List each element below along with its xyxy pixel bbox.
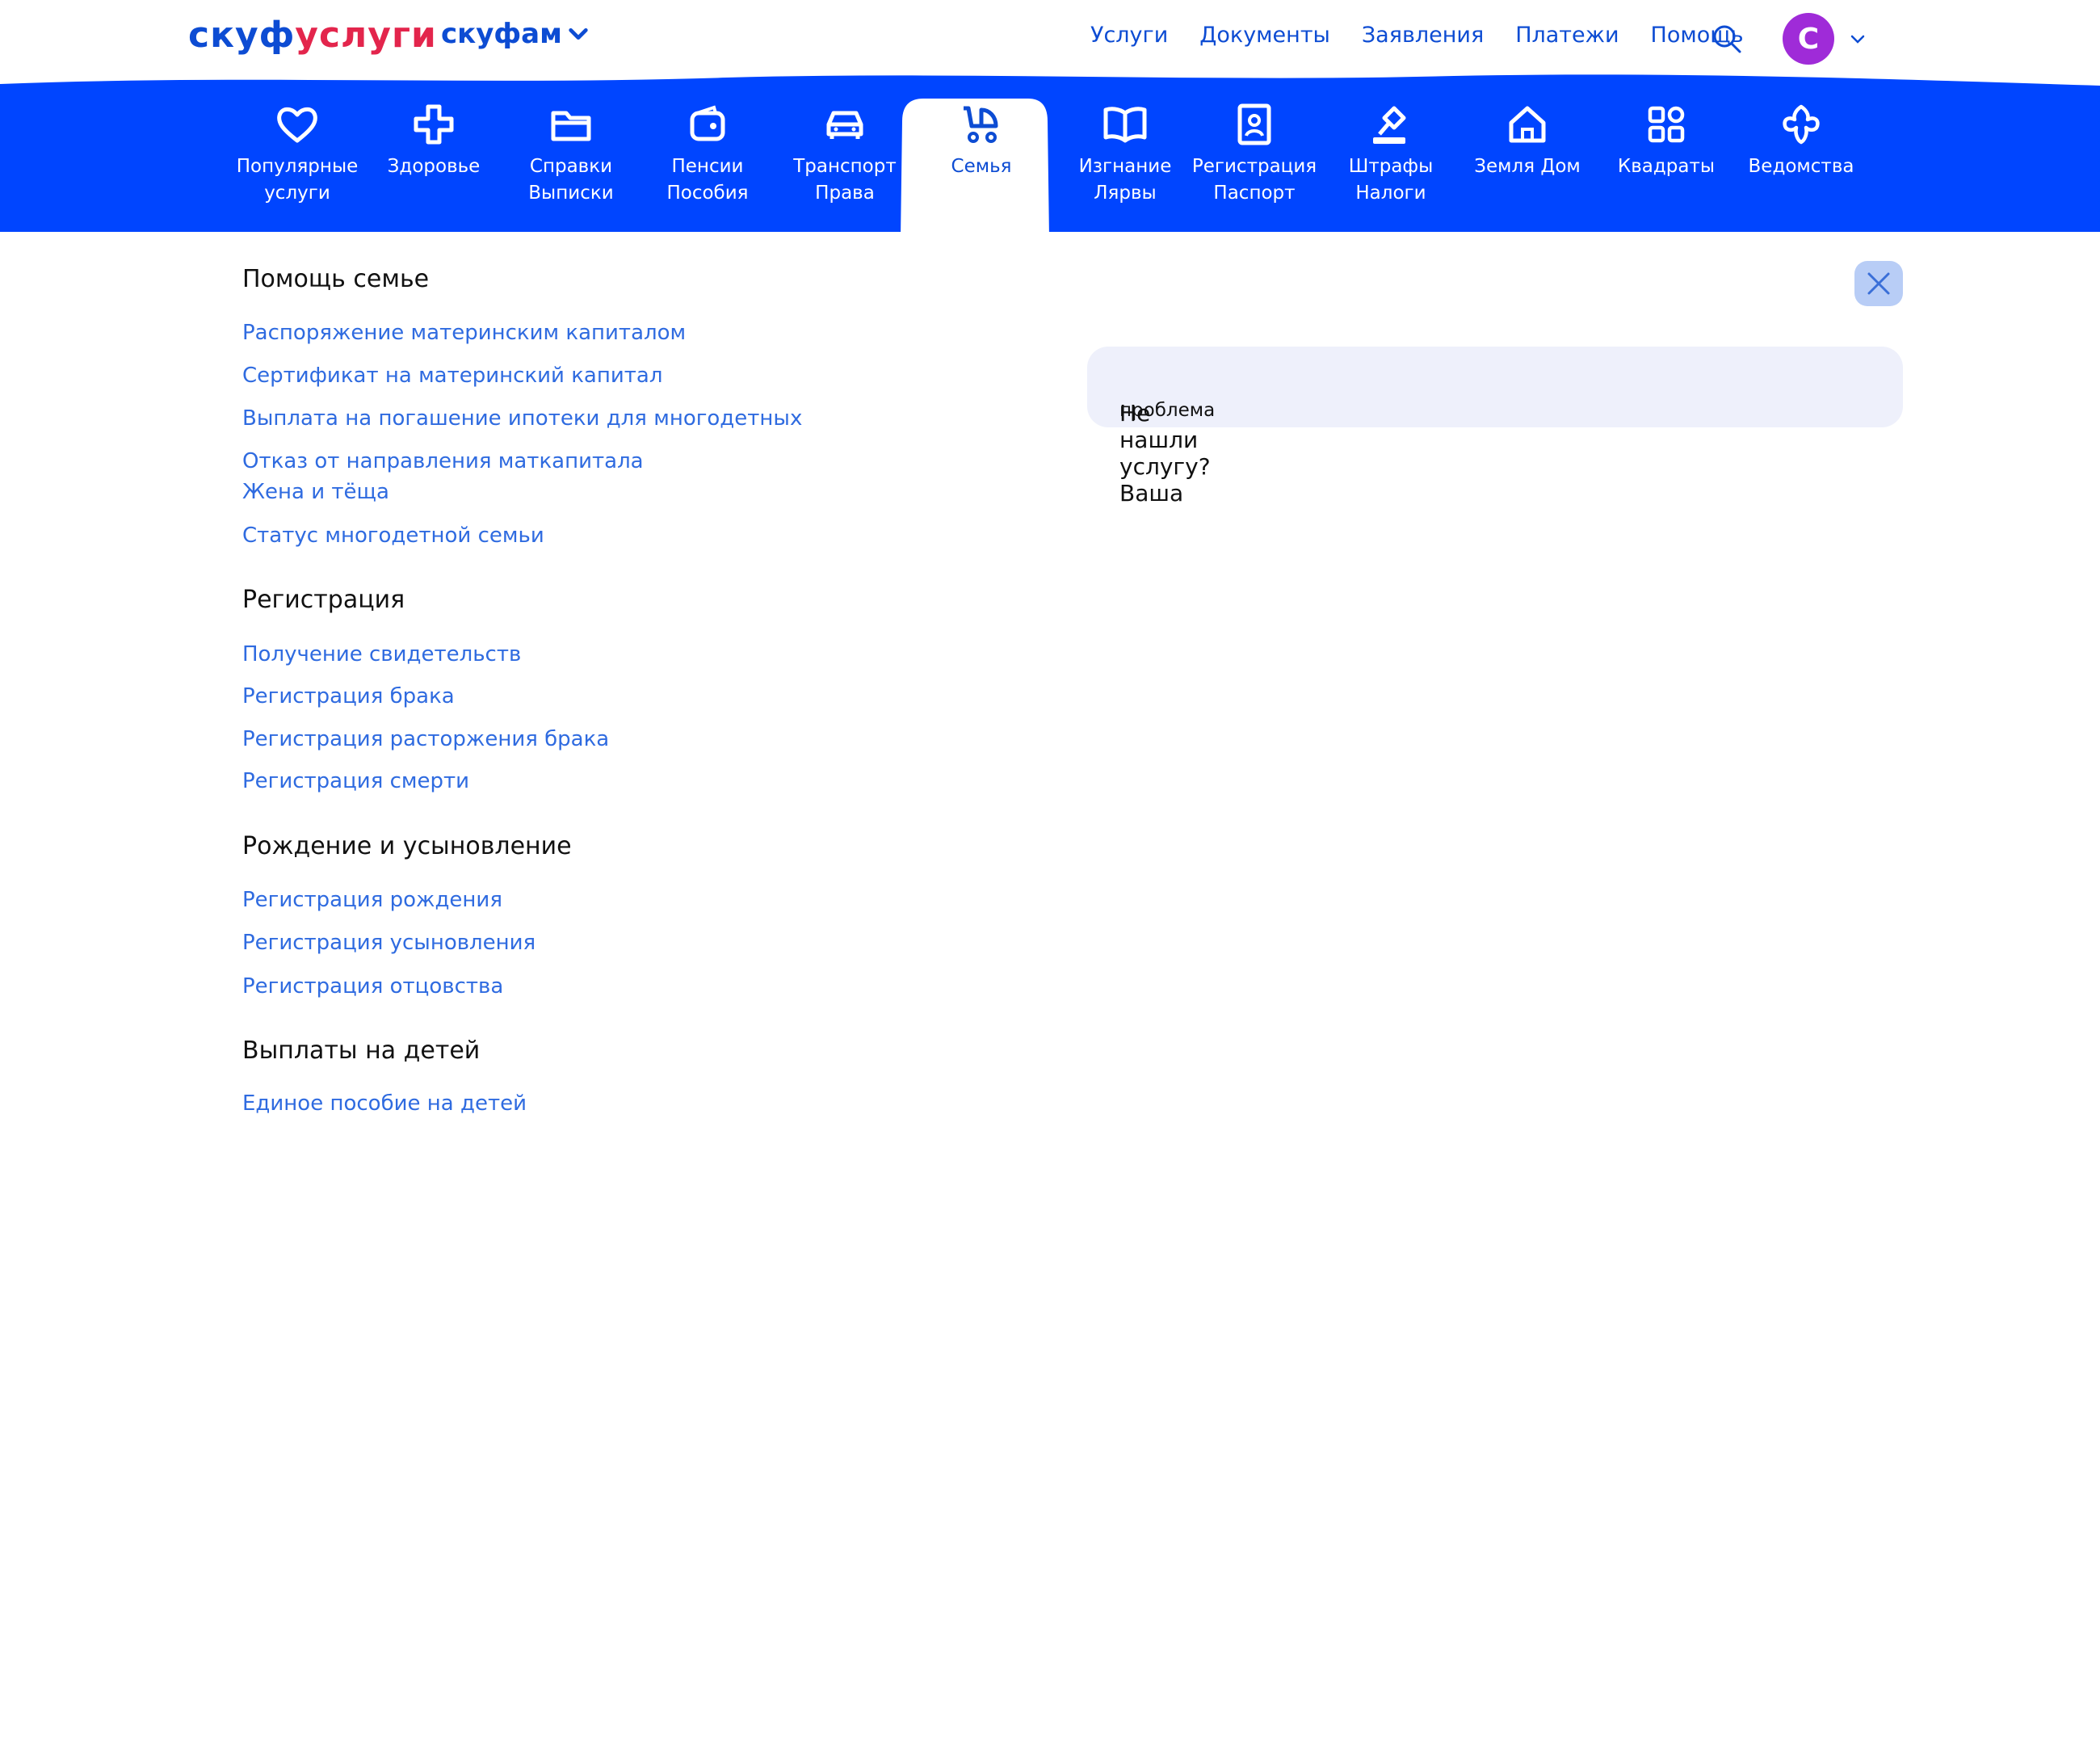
service-link[interactable]: Единое пособие на детей [242,1091,527,1116]
service-link[interactable]: Регистрация отцовства [242,974,503,999]
gavel-icon [1373,106,1406,144]
category-transport[interactable]: Транспорт Права [776,74,914,232]
chevron-down-icon[interactable] [1848,29,1867,48]
not-found-panel[interactable]: Не нашли услугу? Ваша проблема [1087,347,1903,507]
service-link[interactable]: Распоряжение материнским капиталом [242,321,686,345]
section-title: Регистрация [242,586,405,614]
category-label: Квадраты [1617,156,1716,177]
category-label: Регистрация Паспорт [1191,156,1317,204]
category-label: Штрафы Налоги [1348,156,1434,204]
car-icon [826,111,863,139]
service-link[interactable]: Регистрация брака [242,684,455,709]
category-fines[interactable]: Штрафы Налоги [1322,74,1460,232]
subbrand-label: скуфам [441,18,562,50]
folder-icon [551,111,591,141]
topnav-services[interactable]: Услуги [1090,23,1168,48]
not-found-extra: проблема [1119,400,1216,421]
category-label: Изгнание Лярвы [1078,156,1172,204]
service-link[interactable]: Регистрация расторжения брака [242,727,609,751]
section-title: Помощь семье [242,265,430,293]
chevron-down-icon [569,28,588,40]
category-label: Пенсии Пособия [666,156,749,204]
category-pensions[interactable]: Пенсии Пособия [639,74,776,232]
search-icon[interactable] [1711,23,1743,55]
topnav-payments[interactable]: Платежи [1515,23,1619,48]
service-link[interactable]: Регистрация рождения [242,888,502,912]
topnav-documents[interactable]: Документы [1199,23,1330,48]
category-label: Справки Выписки [528,156,614,204]
logo-part1: скуф [188,15,296,56]
service-link[interactable]: Статус многодетной семьи [242,524,544,548]
wallet-icon [690,105,725,141]
service-link[interactable]: Сертификат на материнский капитал [242,364,662,388]
medical-cross-icon [414,104,454,145]
emblem-icon [1783,104,1820,145]
header: скуфуслуги скуфам Услуги Документы Заявл… [0,0,2100,81]
service-link[interactable]: Жена и тёща [242,480,389,504]
top-nav: Услуги Документы Заявления Платежи Помощ… [1090,23,1744,48]
category-label: Семья [951,156,1012,177]
category-popular[interactable]: Популярные услуги [229,74,366,232]
category-squares[interactable]: Квадраты [1598,74,1735,232]
squares-icon [1648,106,1685,143]
site-logo[interactable]: скуфуслуги [188,15,437,56]
category-label: Ведомства [1748,156,1854,177]
category-family[interactable]: Семья [913,74,1050,232]
house-icon [1509,106,1546,143]
section-title: Рождение и усыновление [242,832,572,860]
avatar-letter: С [1797,22,1820,56]
category-label: Здоровье [387,156,481,177]
passport-icon [1237,103,1271,145]
category-exorcism[interactable]: Изгнание Лярвы [1056,74,1194,232]
category-band: Популярные услуги Здоровье Справки Выпис… [0,74,2100,238]
category-list: Популярные услуги Здоровье Справки Выпис… [0,74,2100,232]
service-link[interactable]: Получение свидетельств [242,642,521,666]
category-land-house[interactable]: Земля Дом [1459,74,1596,232]
category-agencies[interactable]: Ведомства [1732,74,1870,232]
book-icon [1103,107,1147,143]
subbrand-dropdown[interactable]: скуфам [441,18,590,50]
category-label: Транспорт Права [793,156,897,204]
category-certificates[interactable]: Справки Выписки [502,74,640,232]
category-registration[interactable]: Регистрация Паспорт [1186,74,1323,232]
stroller-icon [964,106,998,143]
avatar[interactable]: С [1783,13,1834,65]
close-icon [1867,272,1890,295]
heart-icon [277,107,317,143]
section-title: Выплаты на детей [242,1036,481,1065]
close-button[interactable] [1854,261,1903,306]
service-link[interactable]: Регистрация усыновления [242,931,536,955]
category-label: Земля Дом [1474,156,1581,177]
category-health[interactable]: Здоровье [365,74,502,232]
category-label: Популярные услуги [236,156,359,204]
logo-part2: услуги [295,15,437,56]
service-link[interactable]: Выплата на погашение ипотеки для многоде… [242,406,802,431]
topnav-applications[interactable]: Заявления [1362,23,1484,48]
service-link[interactable]: Отказ от направления маткапитала [242,449,644,473]
service-link[interactable]: Регистрация смерти [242,769,469,793]
